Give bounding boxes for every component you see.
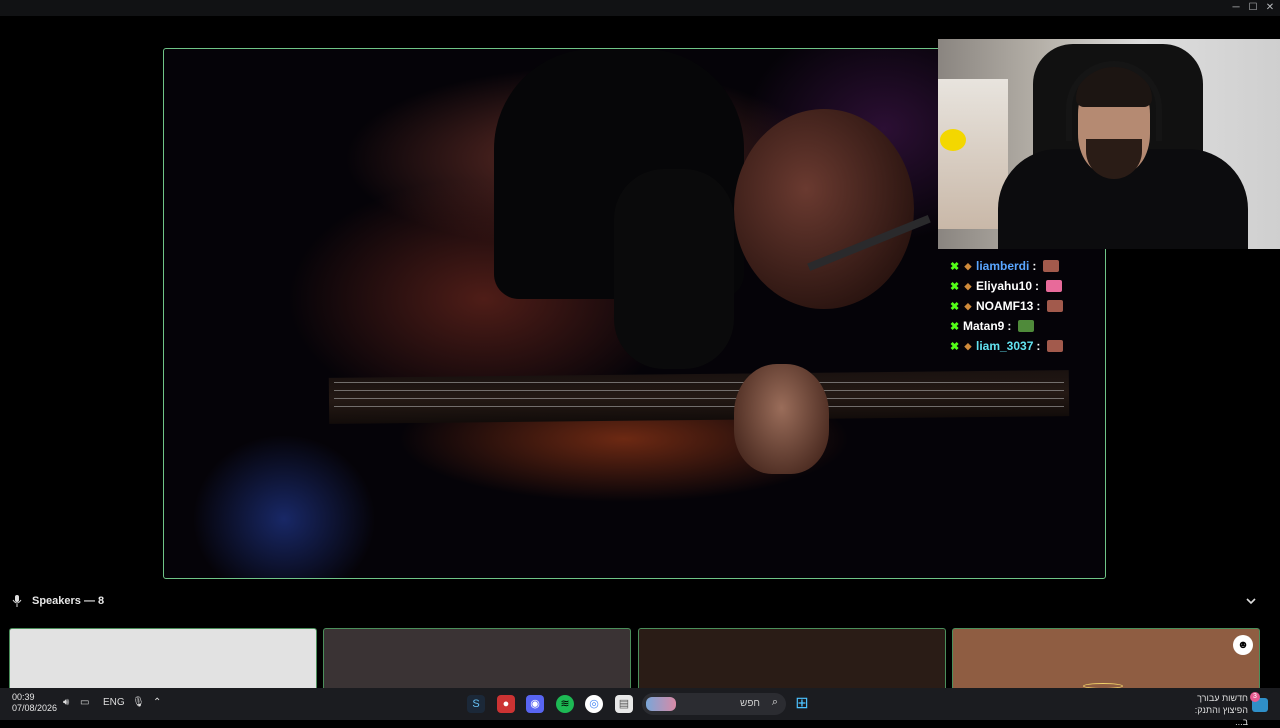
sub-badge-icon: ◆ xyxy=(964,340,972,351)
video-hand xyxy=(734,364,829,474)
kick-badge-icon: ✖ xyxy=(950,280,960,293)
emote-icon xyxy=(1046,280,1063,292)
search-icon: ⌕ xyxy=(771,696,778,708)
guitar-string xyxy=(334,390,1064,391)
chat-message: ✖ ◆ liamberdi : xyxy=(950,256,1063,276)
participant-tile-4[interactable]: ☻ xyxy=(952,628,1260,690)
taskbar-search[interactable]: חפש ⌕ xyxy=(642,693,786,715)
spotify-icon[interactable]: ≋ xyxy=(556,695,574,713)
chat-username: Eliyahu10 xyxy=(976,279,1033,293)
chevron-up-icon[interactable]: ⌃ xyxy=(153,697,161,708)
close-button[interactable]: ✕ xyxy=(1260,2,1280,13)
kick-badge-icon: ✖ xyxy=(950,320,960,333)
language-indicator[interactable]: ENG xyxy=(103,697,125,708)
microphone-tray-icon[interactable]: 🎙︎ xyxy=(132,697,145,708)
clock-date: 07/08/2026 xyxy=(12,703,58,713)
clock-time: 00:39 xyxy=(12,692,35,702)
chat-username: Matan9 xyxy=(963,319,1005,333)
window-titlebar: ─ ☐ ✕ xyxy=(0,0,1280,16)
speakers-label: Speakers — 8 xyxy=(32,595,105,607)
file-explorer-icon[interactable]: ▤ xyxy=(615,695,633,713)
chat-separator: : xyxy=(1036,299,1041,313)
news-count-badge: 3 xyxy=(1250,692,1260,702)
sub-badge-icon: ◆ xyxy=(964,300,972,311)
chat-message: ✖ ◆ Eliyahu10 : xyxy=(950,276,1063,296)
participant-tile-3[interactable] xyxy=(638,628,946,690)
speakers-header: Speakers — 8 xyxy=(12,595,104,607)
guitar-string xyxy=(334,398,1064,399)
news-subtitle: הפיצוץ והתנק: ב... xyxy=(1194,705,1248,727)
steam-icon[interactable]: S xyxy=(467,695,485,713)
news-title: חדשות עבורך xyxy=(1197,693,1248,703)
chat-overlay: ✖ ◆ liamberdi : ✖ ◆ Eliyahu10 : ✖ ◆ NOAM… xyxy=(950,256,1064,356)
chat-username: liam_3037 xyxy=(976,339,1034,353)
kick-badge-icon: ✖ xyxy=(950,260,960,273)
guitar-string xyxy=(334,406,1064,407)
sub-badge-icon: ◆ xyxy=(964,260,972,271)
windows-taskbar: 00:39 07/08/2026 🔊︎ ▭ ENG 🎙︎ ⌃ S ● ◉ ≋ ◎… xyxy=(0,688,1280,727)
participant-badge-icon: ☻ xyxy=(1233,635,1253,655)
network-icon[interactable]: ▭ xyxy=(80,697,89,708)
chrome-icon[interactable]: ◎ xyxy=(585,695,603,713)
facecam-toy xyxy=(940,129,966,151)
microphone-icon xyxy=(12,595,22,607)
search-highlight-icon xyxy=(646,697,676,711)
system-clock[interactable]: 00:39 07/08/2026 xyxy=(12,692,57,714)
chat-message: ✖ ◆ NOAMF13 : xyxy=(950,296,1064,316)
emote-icon xyxy=(1047,300,1064,312)
chat-separator: : xyxy=(1036,339,1041,353)
chat-message: ✖ ◆ liam_3037 : xyxy=(950,336,1064,356)
chat-username: liamberdi xyxy=(976,259,1030,273)
volume-icon[interactable]: 🔊︎ xyxy=(63,697,69,708)
emote-icon xyxy=(1043,260,1060,272)
chat-username: NOAMF13 xyxy=(976,299,1034,313)
chat-separator: : xyxy=(1032,259,1037,273)
news-widget[interactable]: חדשות עבורך הפיצוץ והתנק: ב... xyxy=(1186,692,1248,728)
kick-badge-icon: ✖ xyxy=(950,340,960,353)
kick-badge-icon: ✖ xyxy=(950,300,960,313)
app-icon[interactable]: ● xyxy=(497,695,515,713)
video-arm xyxy=(734,109,914,309)
search-placeholder: חפש xyxy=(740,698,760,709)
windows-start-icon[interactable]: ⊞ xyxy=(793,695,811,713)
emote-icon xyxy=(1018,320,1035,332)
participant-tile-1[interactable] xyxy=(9,628,317,690)
discord-icon[interactable]: ◉ xyxy=(526,695,544,713)
video-guitar-neck xyxy=(328,370,1070,424)
sub-badge-icon: ◆ xyxy=(964,280,972,291)
facecam-video xyxy=(938,39,1280,249)
chevron-down-icon[interactable] xyxy=(1245,596,1257,606)
participant-tile-2[interactable] xyxy=(323,628,631,690)
chat-separator: : xyxy=(1035,279,1040,293)
emote-icon xyxy=(1047,340,1064,352)
chat-message: ✖ Matan9 : xyxy=(950,316,1063,336)
chat-separator: : xyxy=(1007,319,1012,333)
guitar-string xyxy=(334,382,1064,383)
video-microphone xyxy=(614,169,734,369)
